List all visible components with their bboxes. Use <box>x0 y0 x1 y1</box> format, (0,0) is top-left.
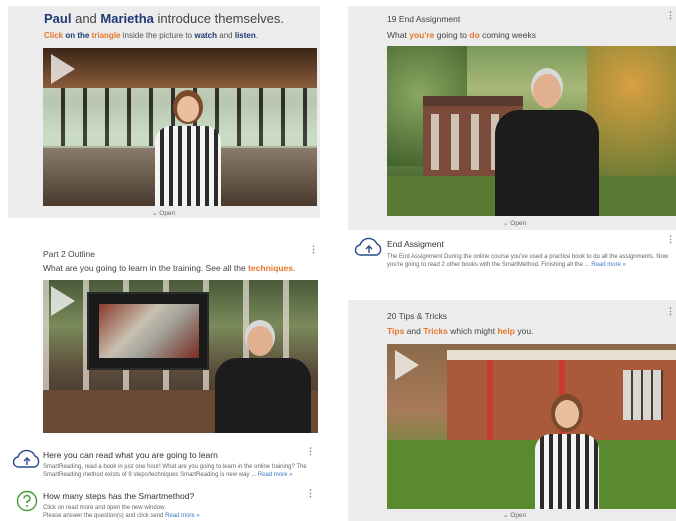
open-toggle[interactable]: ⌄ Open <box>503 511 526 519</box>
video-card-introduction: Paul and Marietha introduce themselves. … <box>8 6 320 218</box>
presenter-paul <box>211 320 315 433</box>
card-subtitle: What you're going to do coming weeks <box>387 30 537 40</box>
info-title: How many steps has the Smartmethod? <box>43 491 195 501</box>
card-title: Part 2 Outline <box>43 249 95 259</box>
cloud-upload-icon <box>12 449 40 468</box>
chevron-down-icon: ⌄ <box>503 220 509 227</box>
card-title: 20 Tips & Tricks <box>387 311 447 321</box>
end-assignment-info-row: End Assigment ⋮ The End Assignment Durin… <box>352 234 676 274</box>
chevron-down-icon: ⌄ <box>503 512 509 519</box>
read-more-link[interactable]: Read more » <box>591 262 626 268</box>
more-options-icon[interactable]: ⋮ <box>306 446 315 457</box>
video-player-tips-tricks[interactable] <box>387 344 676 509</box>
video-player-introduction[interactable] <box>43 48 317 206</box>
card-instructions: Click on the triangle inside the picture… <box>44 31 258 40</box>
video-player-end-assignment[interactable] <box>387 46 676 216</box>
more-options-icon[interactable]: ⋮ <box>666 234 675 245</box>
read-more-link[interactable]: Read more » <box>165 513 200 519</box>
video-card-end-assignment: 19 End Assignment ⋮ What you're going to… <box>348 6 676 230</box>
card-subtitle: What are you going to learn in the train… <box>43 263 296 273</box>
info-description: Click on read more and open the new wind… <box>43 505 200 519</box>
info-description: The End Assignment During the online cou… <box>387 254 669 268</box>
info-title: End Assigment <box>387 239 444 249</box>
more-options-icon[interactable]: ⋮ <box>666 10 675 21</box>
play-triangle-icon[interactable] <box>51 54 75 84</box>
video-player-part2-outline[interactable] <box>43 280 318 433</box>
more-options-icon[interactable]: ⋮ <box>309 244 318 255</box>
info-title: Here you can read what you are going to … <box>43 450 218 460</box>
open-toggle[interactable]: ⌄ Open <box>503 219 526 227</box>
play-triangle-icon[interactable] <box>395 350 419 380</box>
video-card-tips-tricks: 20 Tips & Tricks ⋮ Tips and Tricks which… <box>348 300 676 521</box>
presenter-marietha <box>527 394 607 509</box>
learn-info-row: Here you can read what you are going to … <box>10 446 320 482</box>
cloud-upload-icon <box>354 237 382 256</box>
card-title: 19 End Assignment <box>387 14 461 24</box>
presenter-marietha <box>143 90 233 206</box>
info-description: SmartReading, read a book in just one ho… <box>43 464 307 478</box>
presenter-paul <box>487 68 607 216</box>
open-toggle[interactable]: ⌄ Open <box>152 209 175 217</box>
book-inset-image <box>87 292 209 370</box>
question-circle-icon <box>16 490 38 512</box>
more-options-icon[interactable]: ⋮ <box>306 488 315 499</box>
read-more-link[interactable]: Read more » <box>258 472 293 478</box>
play-triangle-icon[interactable] <box>51 286 75 316</box>
chevron-down-icon: ⌄ <box>152 210 158 217</box>
card-subtitle: Tips and Tricks which might help you. <box>387 326 534 336</box>
card-title: Paul and Marietha introduce themselves. <box>44 11 284 26</box>
hall-ceiling <box>43 48 317 88</box>
more-options-icon[interactable]: ⋮ <box>666 306 675 317</box>
question-info-row: How many steps has the Smartmethod? ⋮ Cl… <box>10 488 320 521</box>
